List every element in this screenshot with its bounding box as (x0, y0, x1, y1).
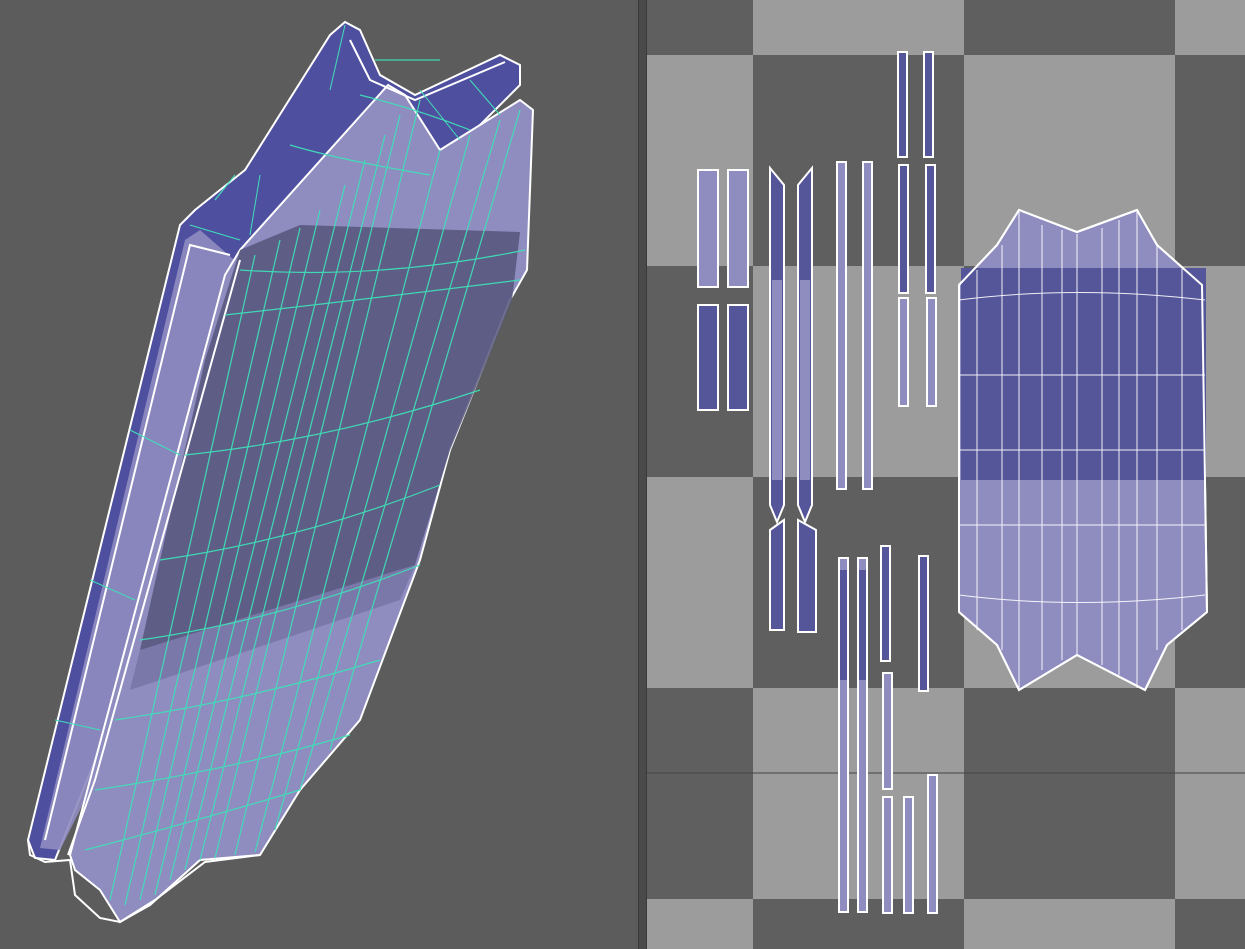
panel-splitter[interactable] (638, 0, 647, 949)
viewport-canvas[interactable] (0, 0, 638, 949)
uv-island-main[interactable] (958, 208, 1209, 692)
3d-viewport[interactable] (0, 0, 638, 949)
uv-editor[interactable] (647, 0, 1245, 949)
uv-canvas[interactable] (647, 0, 1245, 949)
